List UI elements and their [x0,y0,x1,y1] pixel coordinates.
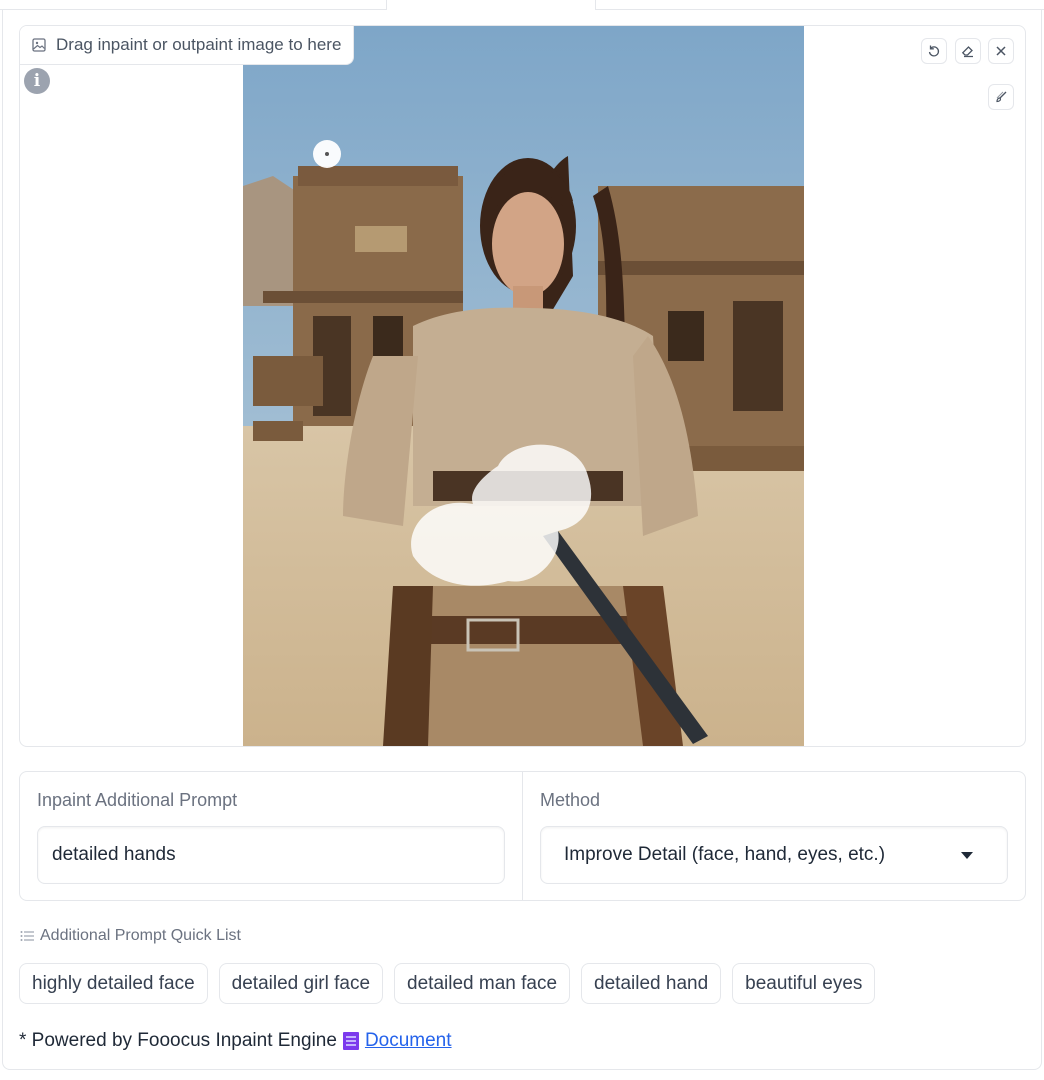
chevron-down-icon [961,852,973,859]
photo-cowgirl [243,26,804,746]
undo-button[interactable] [921,38,947,64]
method-group: Method Improve Detail (face, hand, eyes,… [522,772,1025,900]
quick-chip[interactable]: detailed girl face [218,963,384,1004]
brush-icon [996,91,1007,103]
image-drop-label[interactable]: Drag inpaint or outpaint image to here [20,26,355,65]
quick-list-title: Additional Prompt Quick List [20,927,241,945]
book-icon [342,1032,359,1050]
eraser-button[interactable] [955,38,981,64]
drop-label-text: Drag inpaint or outpaint image to here [56,35,342,54]
quick-chip[interactable]: beautiful eyes [732,963,876,1004]
method-selected-value: Improve Detail (face, hand, eyes, etc.) [564,844,886,865]
info-icon[interactable]: i [24,68,50,94]
quick-chip[interactable]: detailed hand [581,963,722,1004]
inpaint-image[interactable] [243,26,804,746]
inpaint-prompt-input[interactable] [38,827,504,883]
method-label: Method [540,790,601,810]
prompt-method-row: Inpaint Additional Prompt Method Improve… [19,771,1026,901]
list-icon [20,931,34,941]
inpaint-prompt-field-box[interactable] [37,826,505,884]
close-icon [996,46,1006,56]
image-canvas[interactable]: Drag inpaint or outpaint image to here i [19,25,1026,747]
quick-list-chips: highly detailed face detailed girl face … [19,963,876,1004]
method-dropdown[interactable]: Improve Detail (face, hand, eyes, etc.) [540,826,1008,884]
brush-button[interactable] [988,84,1014,110]
footer-text: * Powered by Fooocus Inpaint Engine [19,1030,337,1051]
eraser-icon [961,46,973,58]
quick-chip[interactable]: detailed man face [394,963,571,1004]
undo-icon [928,45,940,57]
quick-chip[interactable]: highly detailed face [19,963,208,1004]
quick-list-title-text: Additional Prompt Quick List [40,927,241,944]
inpaint-prompt-label: Inpaint Additional Prompt [37,790,238,810]
inpaint-prompt-group: Inpaint Additional Prompt [20,772,522,900]
footer-note: * Powered by Fooocus Inpaint Engine Docu… [19,1030,452,1052]
document-link[interactable]: Document [365,1030,452,1052]
image-icon [32,38,46,52]
clear-button[interactable] [988,38,1014,64]
